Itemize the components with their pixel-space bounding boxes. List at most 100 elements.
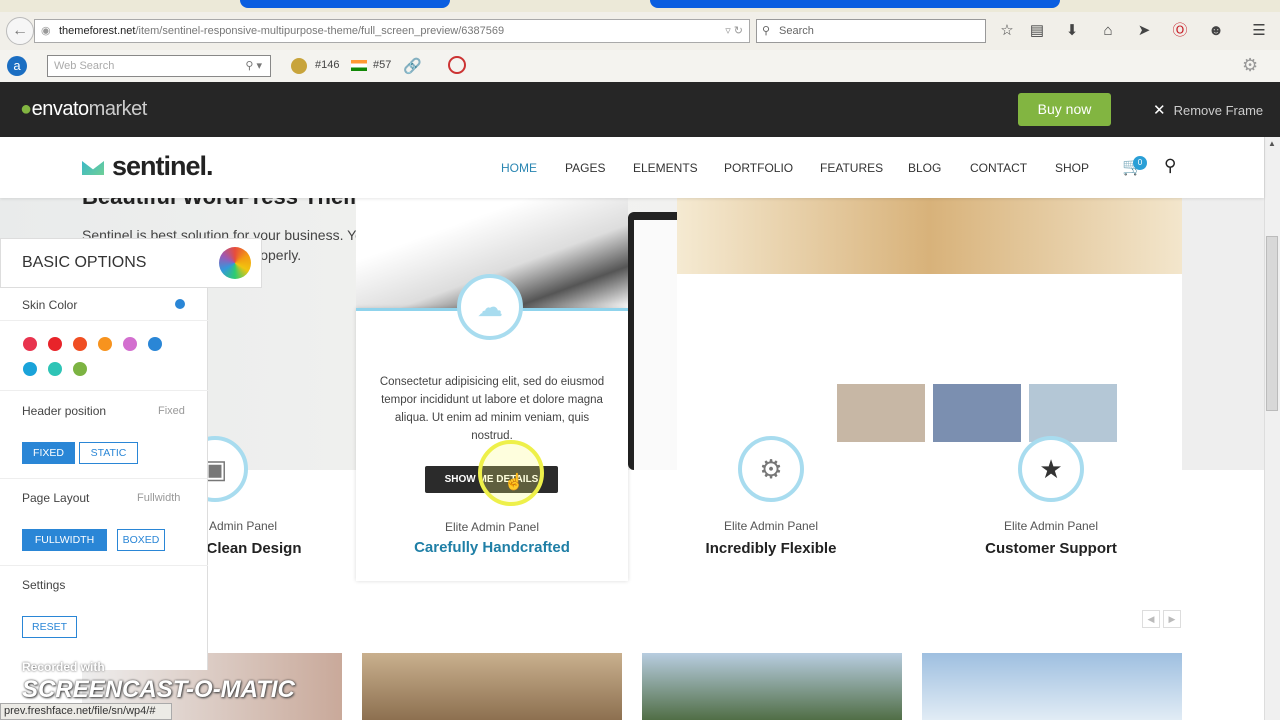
back-button[interactable]: ← [6, 17, 34, 45]
options-panel-header[interactable]: BASIC OPTIONS [0, 238, 262, 288]
web-search-placeholder: Web Search [54, 60, 115, 72]
skin-swatch[interactable] [98, 337, 112, 351]
feature-title: Customer Support [985, 540, 1117, 557]
global-rank: #146 [315, 59, 340, 71]
portfolio-image-landscape[interactable] [642, 653, 902, 720]
page-scrollbar[interactable]: ▲ [1264, 137, 1280, 720]
skin-swatch[interactable] [48, 362, 62, 376]
skin-color-label: Skin Color [22, 298, 78, 312]
envato-logo[interactable]: ●envatomarket [20, 98, 147, 121]
link-icon[interactable]: 🔗 [403, 57, 422, 75]
country-rank: #57 [373, 59, 392, 71]
browser-search-input[interactable]: ⚲ Search [756, 19, 986, 43]
portfolio-image-laptop[interactable] [922, 653, 1182, 720]
send-icon[interactable]: ➤ [1133, 20, 1155, 42]
skin-swatch[interactable] [48, 337, 62, 351]
home-icon[interactable]: ⌂ [1097, 20, 1119, 42]
bookmark-star-icon[interactable]: ☆ [996, 20, 1018, 42]
hand-cursor-icon: ☝ [504, 474, 524, 491]
carousel-next-button[interactable]: ▶ [1163, 610, 1181, 628]
remove-frame-button[interactable]: ✕ Remove Frame [1153, 101, 1263, 119]
skin-swatch[interactable] [73, 337, 87, 351]
search-icon[interactable]: ⚲ ▾ [245, 56, 262, 76]
envato-bar: ●envatomarket Buy now ✕ Remove Frame [0, 82, 1280, 137]
skin-swatch[interactable] [148, 337, 162, 351]
fullwidth-button[interactable]: FULLWIDTH [22, 529, 107, 551]
nav-pages[interactable]: PAGES [565, 161, 605, 175]
feature-subtitle: Elite Admin Panel [1003, 519, 1099, 533]
watermark-recorded: Recorded with [22, 660, 105, 674]
scrollbar-thumb[interactable] [1266, 236, 1278, 411]
static-button[interactable]: STATIC [79, 442, 138, 464]
nav-contact[interactable]: CONTACT [970, 161, 1027, 175]
search-placeholder: Search [779, 25, 814, 37]
header-position-value: Fixed [158, 405, 185, 417]
url-path: /item/sentinel-responsive-multipurpose-t… [135, 25, 505, 37]
nav-features[interactable]: FEATURES [820, 161, 883, 175]
download-icon[interactable]: ⬇ [1061, 20, 1083, 42]
nav-elements[interactable]: ELEMENTS [633, 161, 698, 175]
gear-icon[interactable]: ⚙ [1242, 55, 1258, 76]
skin-swatch[interactable] [73, 362, 87, 376]
page-layout-label: Page Layout [22, 491, 90, 505]
url-domain: themeforest.net [59, 25, 136, 37]
feature-subtitle: Elite Admin Panel [723, 519, 819, 533]
laptop-mockup-image [677, 198, 1182, 470]
carousel-prev-button[interactable]: ◀ [1142, 610, 1160, 628]
reload-icon[interactable]: ▿ ↻ [725, 20, 743, 42]
web-search-input[interactable]: Web Search ⚲ ▾ [47, 55, 271, 77]
nav-home[interactable]: HOME [501, 161, 537, 175]
remove-frame-label: Remove Frame [1173, 103, 1264, 118]
status-bar-url: prev.freshface.net/file/sn/wp4/# [0, 703, 172, 720]
gears-icon: ⚙ [738, 436, 804, 502]
site-logo-text: sentinel. [112, 151, 214, 181]
feature-title: Carefully Handcrafted [414, 539, 570, 556]
close-icon: ✕ [1153, 102, 1166, 119]
buy-now-button[interactable]: Buy now [1018, 93, 1111, 126]
menu-icon[interactable]: ☰ [1248, 20, 1270, 42]
clipboard-icon[interactable]: ▤ [1026, 20, 1048, 42]
options-panel: Skin Color Header position Fixed FIXED S… [0, 238, 208, 670]
envato-logo-market: market [88, 98, 148, 120]
feature-title: Incredibly Flexible [705, 540, 837, 557]
browser-tab[interactable] [240, 0, 450, 8]
star-icon: ★ [1018, 436, 1084, 502]
browser-navbar: ← ◉ themeforest.net/item/sentinel-respons… [0, 12, 1280, 50]
skin-swatch[interactable] [123, 337, 137, 351]
globe-icon: ◉ [41, 25, 51, 37]
envato-logo-text: envato [31, 98, 90, 120]
feature-subtitle: Elite Admin Panel [444, 520, 540, 534]
site-header: sentinel. HOME PAGES ELEMENTS PORTFOLIO … [0, 137, 1264, 198]
ask-logo-icon[interactable]: a [7, 56, 27, 76]
chat-icon[interactable]: ☻ [1205, 20, 1227, 42]
skin-swatch[interactable] [23, 337, 37, 351]
pinterest-icon[interactable]: Ⓞ [1169, 20, 1191, 42]
selected-skin-indicator [175, 299, 185, 309]
hero-title: Beautiful WordPress Theme [82, 198, 375, 210]
scroll-up-icon[interactable]: ▲ [1268, 139, 1276, 148]
color-wheel-icon[interactable] [219, 247, 251, 279]
browser-tab-active[interactable] [650, 0, 1060, 8]
nav-portfolio[interactable]: PORTFOLIO [724, 161, 793, 175]
india-flag-icon [351, 60, 367, 71]
nav-shop[interactable]: SHOP [1055, 161, 1089, 175]
search-icon[interactable]: ⚲ [1164, 156, 1176, 176]
portfolio-image-jet[interactable] [362, 653, 622, 720]
cart-count-badge: 0 [1133, 156, 1147, 170]
nav-blog[interactable]: BLOG [908, 161, 941, 175]
boxed-button[interactable]: BOXED [117, 529, 165, 551]
fixed-button[interactable]: FIXED [22, 442, 75, 464]
page-layout-value: Fullwidth [137, 492, 181, 504]
settings-label: Settings [22, 578, 66, 592]
timer-icon[interactable] [448, 56, 466, 74]
addon-toolbar: a Web Search ⚲ ▾ #146 #57 🔗 ⚙ [0, 50, 1280, 82]
card-description: Consectetur adipisicing elit, sed do eiu… [379, 376, 605, 442]
reset-button[interactable]: RESET [22, 616, 77, 638]
skin-swatch[interactable] [23, 362, 37, 376]
search-icon: ⚲ [762, 25, 771, 37]
header-position-label: Header position [22, 404, 107, 418]
options-title: BASIC OPTIONS [22, 254, 147, 271]
url-bar[interactable]: ◉ themeforest.net/item/sentinel-responsiv… [34, 19, 750, 43]
watermark-logo: SCREENCAST-O-MATIC [22, 676, 295, 703]
site-logo[interactable]: sentinel. [82, 151, 214, 182]
